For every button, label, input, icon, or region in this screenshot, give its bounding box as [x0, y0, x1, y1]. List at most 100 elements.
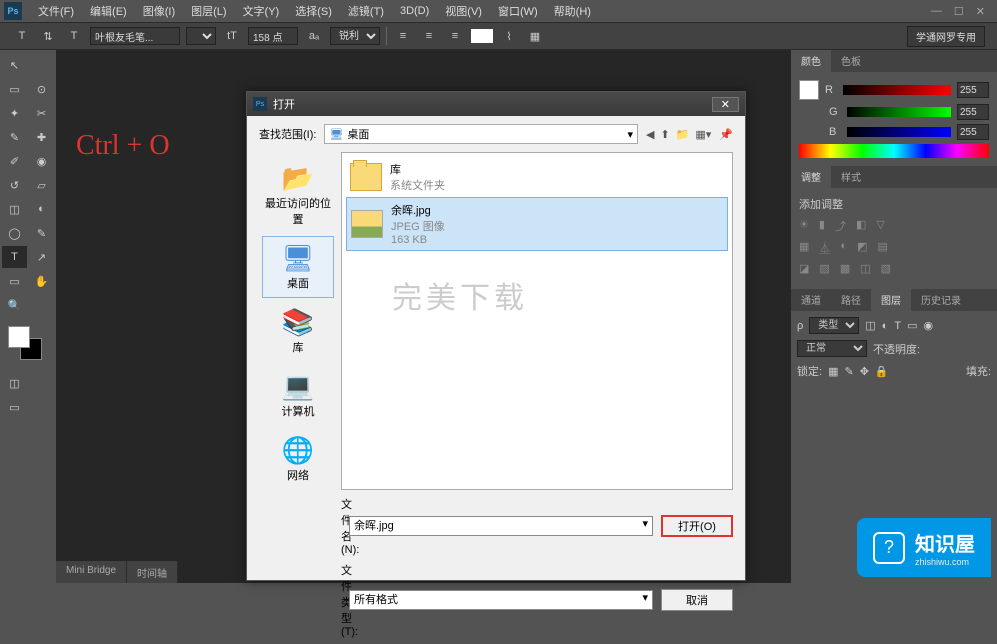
lookin-select[interactable]: 🖥 桌面 ▾ [324, 124, 638, 144]
menu-file[interactable]: 文件(F) [30, 1, 82, 21]
eyedrop-tool[interactable]: ✎ [2, 126, 27, 148]
filter-adj-icon[interactable]: ◐ [882, 320, 889, 332]
menu-filter[interactable]: 滤镜(T) [340, 1, 392, 21]
filter-type-icon[interactable]: T [894, 320, 901, 332]
gradient-tool[interactable]: ◫ [2, 198, 27, 220]
list-item[interactable]: 余晖.jpgJPEG 图像163 KB [346, 197, 728, 251]
menu-edit[interactable]: 编辑(E) [82, 1, 135, 21]
screenmode-tool[interactable]: ▭ [2, 396, 27, 418]
zoom-tool[interactable]: 🔍 [2, 294, 27, 316]
brush-tool[interactable]: ✐ [2, 150, 27, 172]
menu-select[interactable]: 选择(S) [287, 1, 340, 21]
blend-mode-select[interactable]: 正常 [797, 340, 867, 357]
tab-minibridge[interactable]: Mini Bridge [56, 561, 127, 583]
text-orientation-icon[interactable]: ⇅ [38, 26, 58, 46]
place-network[interactable]: 🌐网络 [262, 428, 334, 490]
tab-styles[interactable]: 样式 [831, 166, 871, 188]
font-family-select[interactable] [90, 27, 180, 45]
mixer-icon[interactable]: ▤ [877, 240, 887, 256]
foreground-color[interactable] [8, 326, 30, 348]
curves-icon[interactable]: ⤴ [835, 218, 846, 234]
text-warp-icon[interactable]: ⌇ [499, 26, 519, 46]
r-input[interactable] [957, 82, 989, 98]
crop-tool[interactable]: ✂ [29, 102, 54, 124]
photo-filter-icon[interactable]: ◩ [857, 240, 867, 256]
pen-tool[interactable]: ✎ [29, 222, 54, 244]
blur-tool[interactable]: ◐ [29, 198, 54, 220]
path-tool[interactable]: ↗ [29, 246, 54, 268]
g-input[interactable] [957, 104, 989, 120]
menu-layer[interactable]: 图层(L) [183, 1, 234, 21]
align-left-icon[interactable]: ≡ [393, 26, 413, 46]
align-right-icon[interactable]: ≡ [445, 26, 465, 46]
selcolor-icon[interactable]: ▧ [881, 262, 891, 275]
tab-layers[interactable]: 图层 [871, 289, 911, 311]
pin-icon[interactable]: 📌 [719, 128, 733, 141]
wand-tool[interactable]: ✦ [2, 102, 27, 124]
brightness-icon[interactable]: ☀ [799, 218, 809, 234]
char-panel-icon[interactable]: ▦ [525, 26, 545, 46]
bw-icon[interactable]: ◐ [840, 240, 847, 256]
invert-icon[interactable]: ◪ [799, 262, 809, 275]
font-size-input[interactable] [248, 27, 298, 45]
place-computer[interactable]: 💻计算机 [262, 364, 334, 426]
place-recent[interactable]: 📂最近访问的位置 [262, 156, 334, 234]
spectrum-bar[interactable] [799, 144, 989, 158]
watermark-button[interactable]: 学通网罗专用 [907, 26, 985, 47]
hand-tool[interactable]: ✋ [29, 270, 54, 292]
history-brush-tool[interactable]: ↺ [2, 174, 27, 196]
move-tool[interactable]: ↖ [2, 54, 27, 76]
lasso-tool[interactable]: ⊙ [29, 78, 54, 100]
b-input[interactable] [957, 124, 989, 140]
lock-pix-icon[interactable]: ✎ [844, 365, 853, 378]
filename-input[interactable]: 余晖.jpg▾ [349, 516, 653, 536]
g-slider[interactable] [847, 107, 951, 117]
kind-select[interactable]: 类型 [809, 317, 859, 334]
filter-smart-icon[interactable]: ◉ [923, 319, 933, 332]
tab-swatch[interactable]: 色板 [831, 50, 871, 72]
filetype-select[interactable]: 所有格式▾ [349, 590, 653, 610]
font-style-select[interactable]: - [186, 27, 216, 45]
cancel-button[interactable]: 取消 [661, 589, 733, 611]
tab-channels[interactable]: 通道 [791, 289, 831, 311]
stamp-tool[interactable]: ◉ [29, 150, 54, 172]
text-box-icon[interactable]: T [64, 26, 84, 46]
filter-shape-icon[interactable]: ▭ [907, 319, 917, 332]
r-slider[interactable] [843, 85, 951, 95]
text-color-swatch[interactable] [471, 29, 493, 43]
hue-icon[interactable]: ▦ [799, 240, 809, 256]
place-library[interactable]: 📚库 [262, 300, 334, 362]
up-icon[interactable]: ⬆ [660, 128, 669, 141]
lock-all-icon[interactable]: 🔒 [875, 365, 889, 378]
view-icon[interactable]: ▦▾ [695, 128, 711, 141]
filter-img-icon[interactable]: ◫ [865, 319, 875, 332]
balance-icon[interactable]: ⏅ [819, 240, 830, 256]
menu-3d[interactable]: 3D(D) [392, 3, 437, 19]
dodge-tool[interactable]: ◯ [2, 222, 27, 244]
tab-paths[interactable]: 路径 [831, 289, 871, 311]
menu-image[interactable]: 图像(I) [135, 1, 183, 21]
threshold-icon[interactable]: ▩ [840, 262, 850, 275]
place-desktop[interactable]: 🖥桌面 [262, 236, 334, 298]
levels-icon[interactable]: ▮ [819, 218, 825, 234]
antialias-select[interactable]: 锐利 [330, 27, 380, 45]
vibrance-icon[interactable]: ▽ [876, 218, 884, 234]
file-list[interactable]: 库系统文件夹 余晖.jpgJPEG 图像163 KB 完美下载 [341, 152, 733, 490]
heal-tool[interactable]: ✚ [29, 126, 54, 148]
tab-history[interactable]: 历史记录 [911, 289, 971, 311]
poster-icon[interactable]: ▨ [819, 262, 829, 275]
tab-timeline[interactable]: 时间轴 [127, 561, 178, 583]
newfolder-icon[interactable]: 📁 [676, 128, 690, 141]
marquee-tool[interactable]: ▭ [2, 78, 27, 100]
site-badge[interactable]: ? 知识屋zhishiwu.com [857, 518, 991, 577]
tab-adjust[interactable]: 调整 [791, 166, 831, 188]
list-item[interactable]: 库系统文件夹 [346, 157, 728, 197]
dialog-titlebar[interactable]: Ps 打开 ✕ [247, 92, 745, 116]
eraser-tool[interactable]: ▱ [29, 174, 54, 196]
lock-trans-icon[interactable]: ▦ [828, 365, 838, 378]
tab-color[interactable]: 颜色 [791, 50, 831, 72]
exposure-icon[interactable]: ◧ [856, 218, 866, 234]
type-tool[interactable]: T [2, 246, 27, 268]
open-button[interactable]: 打开(O) [661, 515, 733, 537]
align-center-icon[interactable]: ≡ [419, 26, 439, 46]
